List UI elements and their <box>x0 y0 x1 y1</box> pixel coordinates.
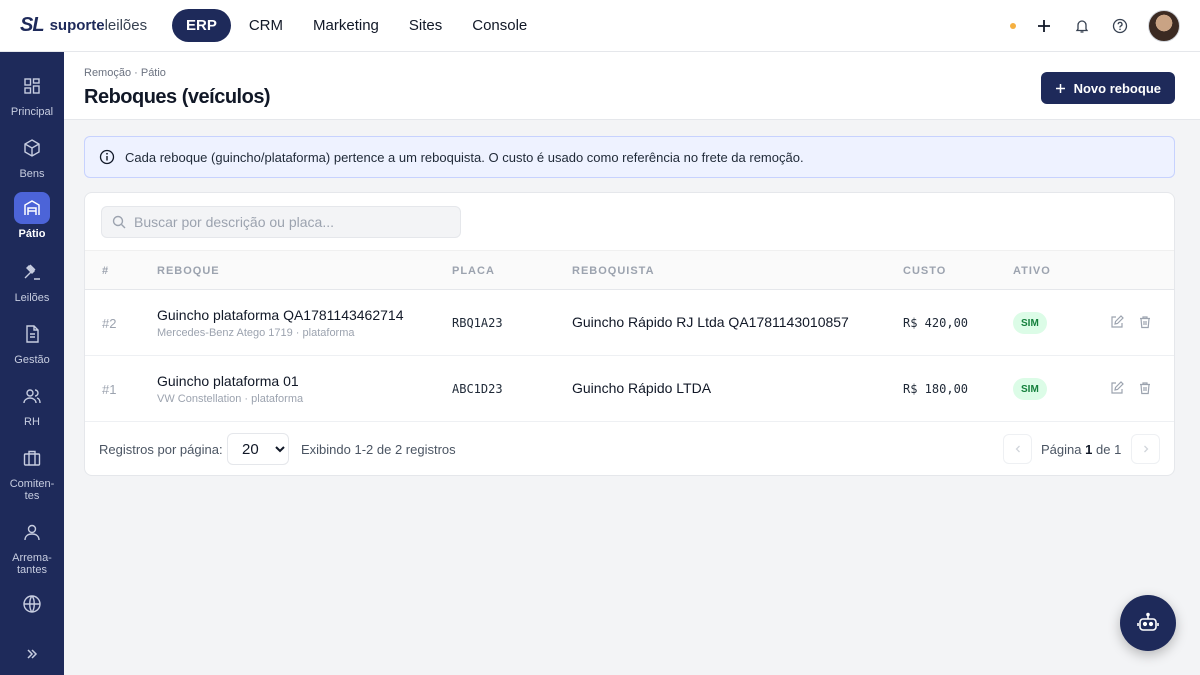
row-towing-company: Guincho Rápido LTDA <box>572 380 712 396</box>
info-icon <box>99 149 115 165</box>
trash-icon[interactable] <box>1137 314 1153 330</box>
globe-icon <box>14 588 50 620</box>
info-text: Cada reboque (guincho/plataforma) perten… <box>125 149 804 165</box>
top-actions <box>1010 0 1180 52</box>
sidebar-item-bens[interactable]: Bens <box>0 132 64 180</box>
next-page-button[interactable] <box>1131 434 1160 464</box>
double-chevron-right-icon <box>14 638 50 670</box>
people-icon <box>14 380 50 412</box>
per-page-select[interactable]: 20 <box>227 433 289 465</box>
sidebar-item-gestao[interactable]: Gestão <box>0 318 64 366</box>
page-header: Remoção · Pátio Reboques (veículos) Novo… <box>64 52 1200 120</box>
row-name: Guincho plataforma 01 <box>157 373 299 389</box>
records-info: Exibindo 1-2 de 2 registros <box>301 442 456 457</box>
sidebar-item-label: Bens <box>19 168 45 180</box>
table-header: # REBOQUE PLACA REBOQUISTA CUSTO ATIVO <box>85 250 1174 290</box>
sidebar-item-rh[interactable]: RH <box>0 380 64 428</box>
briefcase-icon <box>14 442 50 474</box>
row-cost: R$ 180,00 <box>903 382 969 396</box>
search-input[interactable] <box>134 214 444 230</box>
top-nav: ERP CRM Marketing Sites Console <box>172 9 539 42</box>
sidebar-item-principal[interactable]: Principal <box>0 70 64 118</box>
logo[interactable]: SL suporteleilões <box>20 14 160 37</box>
search-icon <box>112 215 126 229</box>
nav-marketing[interactable]: Marketing <box>301 9 391 42</box>
table-row[interactable]: #1 Guincho plataforma 01 VW Constellatio… <box>85 356 1174 422</box>
table-card: # REBOQUE PLACA REBOQUISTA CUSTO ATIVO #… <box>84 192 1175 476</box>
main-content: Remoção · Pátio Reboques (veículos) Novo… <box>64 52 1200 675</box>
row-id: #1 <box>102 382 117 397</box>
sidebar-item-label: Leilões <box>14 292 50 304</box>
page-title: Reboques (veículos) <box>84 86 271 108</box>
col-custo: CUSTO <box>903 265 947 277</box>
sidebar-item-label: Principal <box>10 106 54 118</box>
breadcrumb: Remoção · Pátio <box>84 67 166 79</box>
help-icon[interactable] <box>1110 16 1130 36</box>
document-icon <box>14 318 50 350</box>
edit-icon[interactable] <box>1109 314 1125 330</box>
status-indicator <box>1010 23 1016 29</box>
trash-icon[interactable] <box>1137 380 1153 396</box>
search-box <box>101 206 461 238</box>
row-cost: R$ 420,00 <box>903 316 969 330</box>
row-subtitle: VW Constellation · plataforma <box>157 393 304 405</box>
nav-sites[interactable]: Sites <box>397 9 454 42</box>
row-name: Guincho plataforma QA1781143462714 <box>157 307 404 323</box>
gavel-icon <box>14 256 50 288</box>
sidebar-collapse-button[interactable] <box>0 638 64 670</box>
row-plate: ABC1D23 <box>452 382 503 396</box>
add-icon[interactable] <box>1034 16 1054 36</box>
sidebar-item-label: RH <box>24 416 40 428</box>
bell-icon[interactable] <box>1072 16 1092 36</box>
box-icon <box>14 132 50 164</box>
chevron-left-icon <box>1015 445 1020 453</box>
sidebar-item-leiloes[interactable]: Leilões <box>0 256 64 304</box>
sidebar-item-label: Arrema-tantes <box>12 552 52 576</box>
nav-crm[interactable]: CRM <box>237 9 295 42</box>
assistant-button[interactable] <box>1120 595 1176 651</box>
status-badge: SIM <box>1013 312 1047 334</box>
plus-icon <box>1055 83 1065 93</box>
sidebar-item-arrematantes[interactable]: Arrema-tantes <box>0 516 64 576</box>
col-placa: PLACA <box>452 265 495 277</box>
page-indicator: Página 1 de 1 <box>1041 442 1122 457</box>
sidebar-item-patio[interactable]: Pátio <box>0 192 64 240</box>
nav-erp[interactable]: ERP <box>172 9 231 42</box>
top-bar: SL suporteleilões ERP CRM Marketing Site… <box>0 0 1200 52</box>
col-reboque: REBOQUE <box>157 265 220 277</box>
col-ativo: ATIVO <box>1013 265 1051 277</box>
new-tow-button-label: Novo reboque <box>1073 80 1161 96</box>
avatar[interactable] <box>1148 10 1180 42</box>
nav-console[interactable]: Console <box>460 9 539 42</box>
user-icon <box>14 516 50 548</box>
info-banner: Cada reboque (guincho/plataforma) perten… <box>84 136 1175 178</box>
chevron-right-icon <box>1143 445 1148 453</box>
sidebar-item-comitentes[interactable]: Comiten-tes <box>0 442 64 502</box>
prev-page-button[interactable] <box>1003 434 1032 464</box>
per-page-label: Registros por página: <box>99 442 223 457</box>
row-towing-company: Guincho Rápido RJ Ltda QA1781143010857 <box>572 314 849 330</box>
sidebar-item-sites[interactable] <box>0 588 64 620</box>
robot-icon <box>1137 612 1159 631</box>
warehouse-icon <box>14 192 50 224</box>
dashboard-icon <box>14 70 50 102</box>
pagination: Registros por página: 20 Exibindo 1-2 de… <box>85 423 1174 475</box>
new-tow-button[interactable]: Novo reboque <box>1040 72 1175 104</box>
col-reboquista: REBOQUISTA <box>572 265 655 277</box>
table-row[interactable]: #2 Guincho plataforma QA1781143462714 Me… <box>85 290 1174 356</box>
logo-mark: SL <box>20 14 45 36</box>
sidebar-item-label: Comiten-tes <box>9 478 55 502</box>
sidebar-item-label: Gestão <box>14 354 50 366</box>
status-badge: SIM <box>1013 378 1047 400</box>
row-subtitle: Mercedes-Benz Atego 1719 · plataforma <box>157 327 355 339</box>
logo-text: suporteleilões <box>49 17 148 34</box>
row-id: #2 <box>102 316 117 331</box>
sidebar-item-label: Pátio <box>18 228 46 240</box>
row-plate: RBQ1A23 <box>452 316 503 330</box>
sidebar: Principal Bens Pátio Leilões Gestão RH C… <box>0 52 64 675</box>
col-id: # <box>102 265 110 277</box>
edit-icon[interactable] <box>1109 380 1125 396</box>
